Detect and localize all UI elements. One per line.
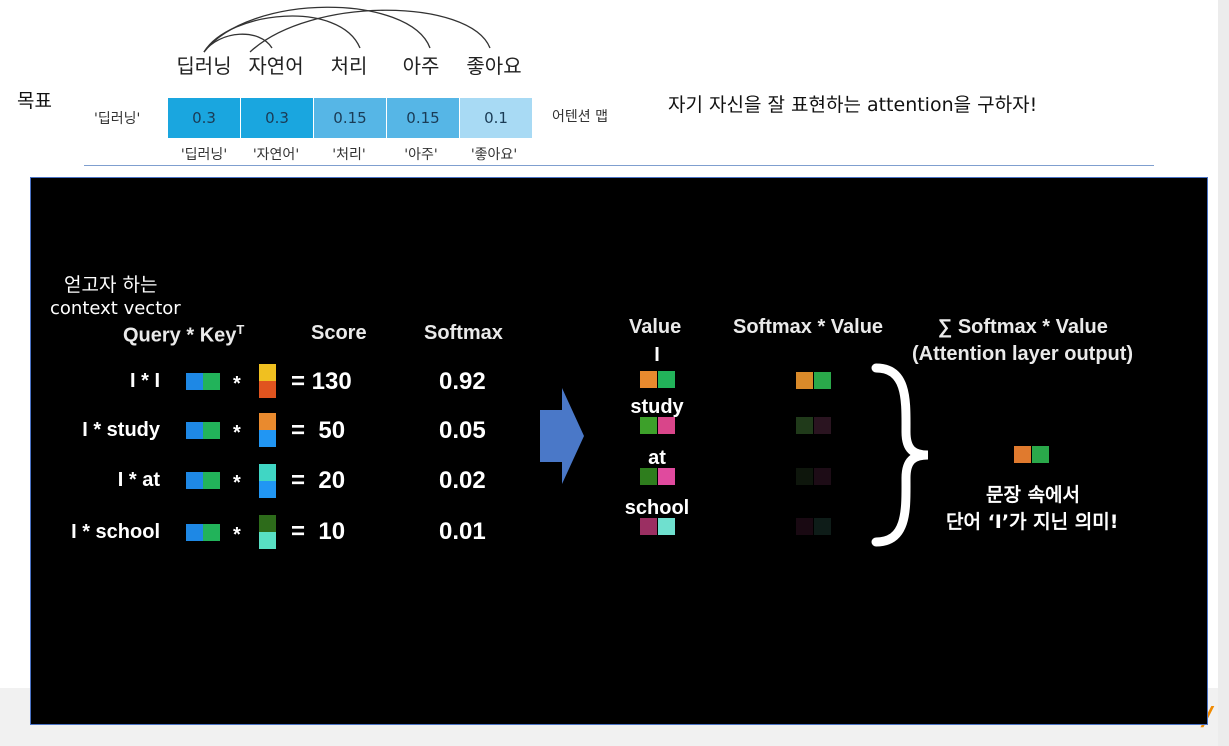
softmax-value: 0.02 bbox=[439, 467, 486, 494]
multiply-sign: * bbox=[233, 524, 241, 546]
weighted-value-cell bbox=[796, 518, 813, 535]
value-vector-cell bbox=[640, 518, 657, 535]
attention-map-label: 어텐션 맵 bbox=[552, 109, 608, 125]
softmax-value: 0.05 bbox=[439, 417, 486, 444]
multiply-sign: * bbox=[233, 373, 241, 395]
header-softmax-value: Softmax * Value bbox=[733, 316, 884, 338]
top-word: 딥러닝 bbox=[176, 54, 232, 78]
bottom-word: '아주' bbox=[404, 147, 438, 163]
value-vector-cell bbox=[658, 518, 675, 535]
score-value: = 50 bbox=[291, 417, 346, 444]
attention-cell: 0.1 bbox=[460, 98, 532, 138]
header-softmax: Softmax bbox=[424, 322, 503, 344]
multiply-sign: * bbox=[233, 472, 241, 494]
right-brace-icon bbox=[871, 363, 929, 547]
attention-cell: 0.15 bbox=[314, 98, 386, 138]
weighted-value-cell bbox=[814, 417, 831, 434]
score-value: = 130 bbox=[291, 368, 352, 395]
arc-1 bbox=[203, 15, 361, 53]
row-label: I * I bbox=[129, 370, 160, 392]
goal-description: 자기 자신을 잘 표현하는 attention을 구하자! bbox=[668, 94, 1038, 116]
output-vector-cell bbox=[1032, 446, 1049, 463]
value-word: study bbox=[630, 396, 684, 418]
softmax-value: 0.01 bbox=[439, 518, 486, 545]
row-label: I * at bbox=[117, 469, 160, 491]
query-vector-cell bbox=[186, 422, 203, 439]
result-caption-line1: 문장 속에서 bbox=[986, 484, 1081, 506]
weighted-value-cell bbox=[814, 518, 831, 535]
header-query-key: Query * KeyT bbox=[123, 322, 245, 347]
arc-2 bbox=[203, 6, 431, 53]
weighted-value-cell bbox=[796, 372, 813, 389]
value-vector-cell bbox=[640, 417, 657, 434]
value-vector-cell bbox=[640, 468, 657, 485]
value-word: at bbox=[648, 447, 666, 469]
value-word: I bbox=[654, 344, 660, 366]
score-value: = 20 bbox=[291, 467, 346, 494]
query-vector-cell bbox=[203, 524, 220, 541]
key-vector bbox=[259, 464, 276, 498]
query-vector-cell bbox=[186, 524, 203, 541]
key-vector bbox=[259, 364, 276, 398]
query-vector-cell bbox=[186, 373, 203, 390]
weighted-value-cell bbox=[814, 468, 831, 485]
weighted-value-cell bbox=[796, 417, 813, 434]
right-arrow-icon bbox=[540, 388, 584, 484]
value-vector-cell bbox=[658, 371, 675, 388]
top-word: 좋아요 bbox=[466, 54, 522, 78]
value-word: school bbox=[624, 497, 690, 519]
query-vector-cell bbox=[186, 472, 203, 489]
result-caption-line2: 단어 ‘I’가 지닌 의미! bbox=[946, 511, 1119, 533]
bottom-word: '딥러닝' bbox=[180, 147, 228, 163]
weighted-value-cell bbox=[814, 372, 831, 389]
row-label: I * school bbox=[71, 521, 160, 543]
goal-label: 목표 bbox=[17, 90, 52, 112]
key-vector bbox=[259, 515, 276, 549]
query-vector-cell bbox=[203, 422, 220, 439]
header-sum: ∑ Softmax * Value bbox=[938, 316, 1108, 338]
context-caption-line2: context vector bbox=[50, 298, 181, 319]
bottom-word: '처리' bbox=[332, 147, 366, 163]
bottom-word: '좋아요' bbox=[470, 147, 518, 163]
top-word: 아주 bbox=[402, 54, 440, 78]
value-vector-cell bbox=[658, 417, 675, 434]
multiply-sign: * bbox=[233, 422, 241, 444]
section-divider bbox=[84, 165, 1154, 166]
attention-row-label: '딥러닝' bbox=[94, 111, 141, 127]
output-vector-cell bbox=[1014, 446, 1031, 463]
softmax-value: 0.92 bbox=[439, 368, 486, 395]
weighted-value-cell bbox=[796, 468, 813, 485]
query-vector-cell bbox=[203, 472, 220, 489]
score-value: = 10 bbox=[291, 518, 346, 545]
bottom-word: '자연어' bbox=[252, 147, 300, 163]
header-sum-sub: (Attention layer output) bbox=[912, 343, 1134, 365]
key-vector bbox=[259, 413, 276, 447]
attention-cell: 0.3 bbox=[241, 98, 313, 138]
value-vector-cell bbox=[658, 468, 675, 485]
dependency-arcs bbox=[203, 6, 491, 53]
slide-right-strip bbox=[1218, 0, 1229, 746]
query-vector-cell bbox=[203, 373, 220, 390]
context-caption-line1: 얻고자 하는 bbox=[64, 274, 158, 296]
value-vector-cell bbox=[640, 371, 657, 388]
row-label: I * study bbox=[82, 419, 160, 441]
header-value: Value bbox=[629, 316, 682, 338]
attention-cell: 0.15 bbox=[387, 98, 459, 138]
attention-cell: 0.3 bbox=[168, 98, 240, 138]
top-word: 처리 bbox=[330, 54, 368, 78]
top-word: 자연어 bbox=[248, 54, 304, 78]
header-score: Score bbox=[311, 322, 367, 344]
